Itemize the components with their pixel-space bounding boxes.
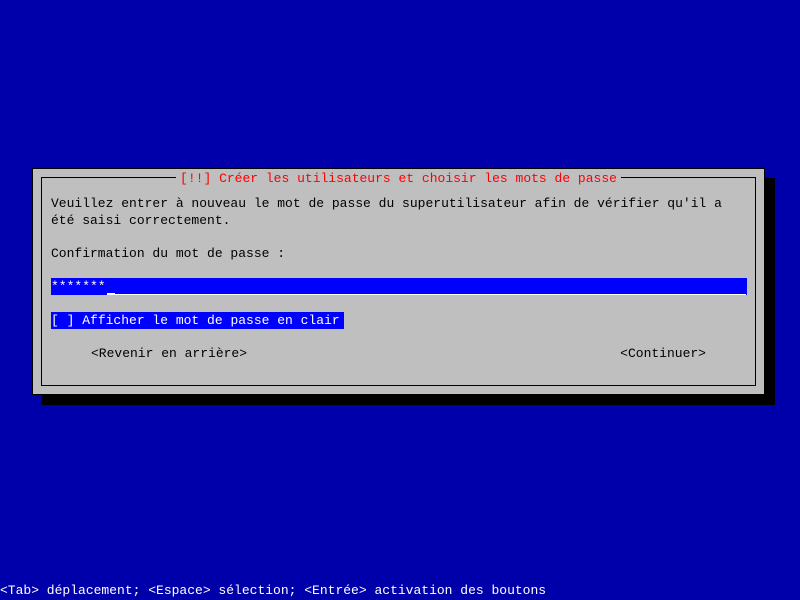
button-row: <Revenir en arrière> <Continuer> bbox=[51, 346, 746, 361]
title-marker: [!!] bbox=[180, 171, 211, 186]
cursor bbox=[107, 293, 115, 295]
field-underline bbox=[115, 294, 746, 295]
password-value: ******* bbox=[51, 278, 106, 295]
statusbar: <Tab> déplacement; <Espace> sélection; <… bbox=[0, 583, 546, 598]
password-prompt: Confirmation du mot de passe : bbox=[51, 246, 746, 261]
continue-button[interactable]: <Continuer> bbox=[620, 346, 706, 361]
dialog-title: [!!] Créer les utilisateurs et choisir l… bbox=[176, 171, 621, 186]
checkbox-state: [ ] bbox=[51, 313, 74, 328]
dialog-title-wrap: [!!] Créer les utilisateurs et choisir l… bbox=[33, 171, 764, 186]
title-text: Créer les utilisateurs et choisir les mo… bbox=[219, 171, 617, 186]
dialog-content: Veuillez entrer à nouveau le mot de pass… bbox=[51, 195, 746, 361]
show-password-checkbox[interactable]: [ ] Afficher le mot de passe en clair bbox=[51, 312, 344, 329]
instruction-text: Veuillez entrer à nouveau le mot de pass… bbox=[51, 195, 746, 229]
dialog: [!!] Créer les utilisateurs et choisir l… bbox=[32, 168, 765, 395]
back-button[interactable]: <Revenir en arrière> bbox=[91, 346, 247, 361]
checkbox-label: Afficher le mot de passe en clair bbox=[82, 313, 339, 328]
password-input[interactable]: ******* bbox=[51, 278, 747, 295]
